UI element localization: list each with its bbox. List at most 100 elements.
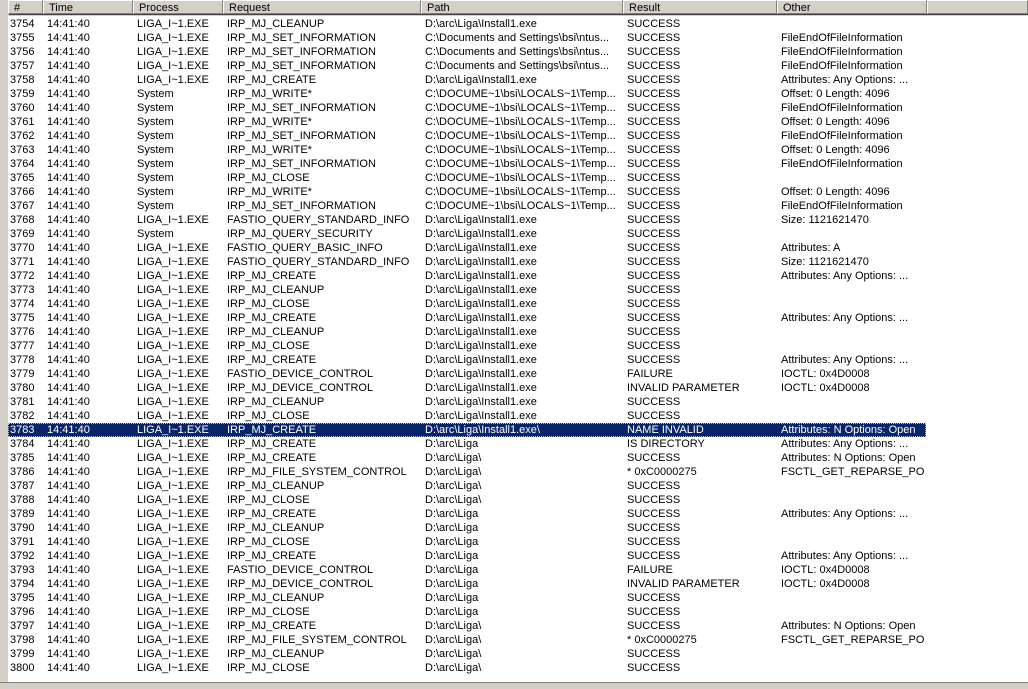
cell-number: 3780 — [10, 382, 35, 394]
cell-path: D:\arc\Liga — [425, 550, 479, 562]
column-header-path[interactable]: Path — [421, 0, 623, 14]
table-row[interactable]: 3785 14:41:40 LIGA_I~1.EXE IRP_MJ_CREATE D:\… — [8, 451, 1028, 465]
cell-number: 3776 — [10, 326, 35, 338]
table-row[interactable]: 3756 14:41:40 LIGA_I~1.EXE IRP_MJ_SET_INFOR… — [8, 45, 1028, 59]
cell-other: Attributes: Any Options: ... — [781, 550, 909, 562]
cell-other: Attributes: A — [781, 242, 841, 254]
table-row[interactable]: 3766 14:41:40 System IRP_MJ_WRITE* C:\DOCUME… — [8, 185, 1028, 199]
table-row[interactable]: 3759 14:41:40 System IRP_MJ_WRITE* C:\DOCUME… — [8, 87, 1028, 101]
table-row[interactable]: 3768 14:41:40 LIGA_I~1.EXE FASTIO_QUERY_STA… — [8, 213, 1028, 227]
cell-path: C:\DOCUME~1\bsi\LOCALS~1\Temp... — [425, 130, 616, 142]
cell-request: IRP_MJ_CLEANUP — [227, 522, 325, 534]
table-row[interactable]: 3769 14:41:40 System IRP_MJ_QUERY_SECURITY D… — [8, 227, 1028, 241]
table-row[interactable]: 3772 14:41:40 LIGA_I~1.EXE IRP_MJ_CREATE D:\… — [8, 269, 1028, 283]
column-header-spare[interactable] — [927, 0, 1028, 14]
table-row[interactable]: 3780 14:41:40 LIGA_I~1.EXE IRP_MJ_DEVICE_CO… — [8, 381, 1028, 395]
table-row[interactable]: 3793 14:41:40 LIGA_I~1.EXE FASTIO_DEVICE_CO… — [8, 563, 1028, 577]
column-header-number[interactable]: # — [8, 0, 43, 14]
table-row[interactable]: 3773 14:41:40 LIGA_I~1.EXE IRP_MJ_CLEANUP D:… — [8, 283, 1028, 297]
cell-process: System — [137, 130, 174, 142]
cell-request: FASTIO_DEVICE_CONTROL — [227, 368, 374, 380]
table-row[interactable]: 3774 14:41:40 LIGA_I~1.EXE IRP_MJ_CLOSE D:\a… — [8, 297, 1028, 311]
table-row[interactable]: 3796 14:41:40 LIGA_I~1.EXE IRP_MJ_CLOSE D:\a… — [8, 605, 1028, 619]
cell-result: INVALID PARAMETER — [627, 382, 740, 394]
cell-result: FAILURE — [627, 368, 673, 380]
table-row[interactable]: 3776 14:41:40 LIGA_I~1.EXE IRP_MJ_CLEANUP D:… — [8, 325, 1028, 339]
table-row[interactable]: 3771 14:41:40 LIGA_I~1.EXE FASTIO_QUERY_STA… — [8, 255, 1028, 269]
cell-result: IS DIRECTORY — [627, 438, 705, 450]
table-row[interactable]: 3779 14:41:40 LIGA_I~1.EXE FASTIO_DEVICE_CO… — [8, 367, 1028, 381]
cell-other: Attributes: N Options: Open — [781, 424, 916, 436]
table-row[interactable]: 3784 14:41:40 LIGA_I~1.EXE IRP_MJ_CREATE D:\… — [8, 437, 1028, 451]
table-row[interactable]: 3797 14:41:40 LIGA_I~1.EXE IRP_MJ_CREATE D:\… — [8, 619, 1028, 633]
table-row[interactable]: 3787 14:41:40 LIGA_I~1.EXE IRP_MJ_CLEANUP D:… — [8, 479, 1028, 493]
table-row[interactable]: 3761 14:41:40 System IRP_MJ_WRITE* C:\DOCUME… — [8, 115, 1028, 129]
table-row[interactable]: 3790 14:41:40 LIGA_I~1.EXE IRP_MJ_CLEANUP D:… — [8, 521, 1028, 535]
table-row[interactable]: 3791 14:41:40 LIGA_I~1.EXE IRP_MJ_CLOSE D:\a… — [8, 535, 1028, 549]
table-row[interactable]: 3782 14:41:40 LIGA_I~1.EXE IRP_MJ_CLOSE D:\a… — [8, 409, 1028, 423]
column-header-time[interactable]: Time — [43, 0, 133, 14]
table-row[interactable]: 3781 14:41:40 LIGA_I~1.EXE IRP_MJ_CLEANUP D:… — [8, 395, 1028, 409]
table-row[interactable]: 3788 14:41:40 LIGA_I~1.EXE IRP_MJ_CLOSE D:\a… — [8, 493, 1028, 507]
table-row[interactable]: 3758 14:41:40 LIGA_I~1.EXE IRP_MJ_CREATE D:\… — [8, 73, 1028, 87]
cell-path: D:\arc\Liga\Install1.exe — [425, 354, 537, 366]
cell-number: 3777 — [10, 340, 35, 352]
table-row[interactable]: 3755 14:41:40 LIGA_I~1.EXE IRP_MJ_SET_INFOR… — [8, 31, 1028, 45]
column-header-process[interactable]: Process — [133, 0, 223, 14]
table-row[interactable]: 3760 14:41:40 System IRP_MJ_SET_INFORMATION… — [8, 101, 1028, 115]
cell-request: IRP_MJ_CREATE — [227, 312, 317, 324]
table-row[interactable]: 3775 14:41:40 LIGA_I~1.EXE IRP_MJ_CREATE D:\… — [8, 311, 1028, 325]
cell-number: 3771 — [10, 256, 35, 268]
table-row[interactable]: 3765 14:41:40 System IRP_MJ_CLOSE C:\DOCUME~… — [8, 171, 1028, 185]
event-list-view[interactable]: # Time Process Request Path Result Other 3754 1… — [8, 0, 1028, 682]
cell-other: IOCTL: 0x4D0008 — [781, 578, 870, 590]
cell-path: D:\arc\Liga\Install1.exe — [425, 382, 537, 394]
table-row[interactable]: 3764 14:41:40 System IRP_MJ_SET_INFORMATION… — [8, 157, 1028, 171]
table-row[interactable]: 3795 14:41:40 LIGA_I~1.EXE IRP_MJ_CLEANUP D:… — [8, 591, 1028, 605]
cell-path: D:\arc\Liga — [425, 536, 479, 548]
table-row[interactable]: 3778 14:41:40 LIGA_I~1.EXE IRP_MJ_CREATE D:\… — [8, 353, 1028, 367]
cell-process: System — [137, 186, 174, 198]
table-row[interactable]: 3798 14:41:40 LIGA_I~1.EXE IRP_MJ_FILE_SYST… — [8, 633, 1028, 647]
cell-process: LIGA_I~1.EXE — [137, 424, 209, 436]
table-row-selected[interactable]: 3783 14:41:40 LIGA_I~1.EXE IRP_MJ_CREATE D:\… — [8, 423, 926, 437]
table-row[interactable]: 3799 14:41:40 LIGA_I~1.EXE IRP_MJ_CLEANUP D:… — [8, 647, 1028, 661]
cell-path: D:\arc\Liga\ — [425, 648, 482, 660]
table-row[interactable]: 3763 14:41:40 System IRP_MJ_WRITE* C:\DOCUME… — [8, 143, 1028, 157]
cell-other: FileEndOfFileInformation — [781, 32, 903, 44]
cell-request: IRP_MJ_CLOSE — [227, 536, 310, 548]
cell-process: LIGA_I~1.EXE — [137, 284, 209, 296]
table-row[interactable]: 3777 14:41:40 LIGA_I~1.EXE IRP_MJ_CLOSE D:\a… — [8, 339, 1028, 353]
table-row[interactable]: 3786 14:41:40 LIGA_I~1.EXE IRP_MJ_FILE_SYST… — [8, 465, 1028, 479]
cell-path: D:\arc\Liga\Install1.exe — [425, 270, 537, 282]
cell-other: Size: 1121621470 — [781, 256, 869, 268]
column-header-bar: # Time Process Request Path Result Other — [8, 0, 1028, 16]
table-row[interactable]: 3757 14:41:40 LIGA_I~1.EXE IRP_MJ_SET_INFOR… — [8, 59, 1028, 73]
cell-time: 14:41:40 — [47, 200, 90, 212]
table-row[interactable]: 3762 14:41:40 System IRP_MJ_SET_INFORMATION… — [8, 129, 1028, 143]
cell-request: IRP_MJ_CREATE — [227, 354, 317, 366]
cell-request: IRP_MJ_CLOSE — [227, 494, 310, 506]
cell-request: IRP_MJ_SET_INFORMATION — [227, 158, 376, 170]
cell-number: 3798 — [10, 634, 35, 646]
column-header-other[interactable]: Other — [777, 0, 927, 14]
table-row[interactable]: 3789 14:41:40 LIGA_I~1.EXE IRP_MJ_CREATE D:\… — [8, 507, 1028, 521]
table-row[interactable]: 3794 14:41:40 LIGA_I~1.EXE IRP_MJ_DEVICE_CO… — [8, 577, 1028, 591]
table-row[interactable]: 3792 14:41:40 LIGA_I~1.EXE IRP_MJ_CREATE D:\… — [8, 549, 1028, 563]
cell-process: LIGA_I~1.EXE — [137, 298, 209, 310]
cell-result: SUCCESS — [627, 410, 681, 422]
cell-process: LIGA_I~1.EXE — [137, 382, 209, 394]
table-row[interactable]: 3754 14:41:40 LIGA_I~1.EXE IRP_MJ_CLEANUP D:… — [8, 17, 1028, 31]
table-row[interactable]: 3800 14:41:40 LIGA_I~1.EXE IRP_MJ_CLOSE D:\a… — [8, 661, 1028, 675]
table-row[interactable]: 3767 14:41:40 System IRP_MJ_SET_INFORMATION… — [8, 199, 1028, 213]
cell-process: LIGA_I~1.EXE — [137, 214, 209, 226]
cell-process: LIGA_I~1.EXE — [137, 536, 209, 548]
cell-time: 14:41:40 — [47, 396, 90, 408]
column-header-result[interactable]: Result — [623, 0, 777, 14]
cell-process: System — [137, 200, 174, 212]
cell-process: System — [137, 144, 174, 156]
table-row[interactable]: 3770 14:41:40 LIGA_I~1.EXE FASTIO_QUERY_BAS… — [8, 241, 1028, 255]
column-header-request[interactable]: Request — [223, 0, 421, 14]
cell-time: 14:41:40 — [47, 158, 90, 170]
cell-number: 3786 — [10, 466, 35, 478]
